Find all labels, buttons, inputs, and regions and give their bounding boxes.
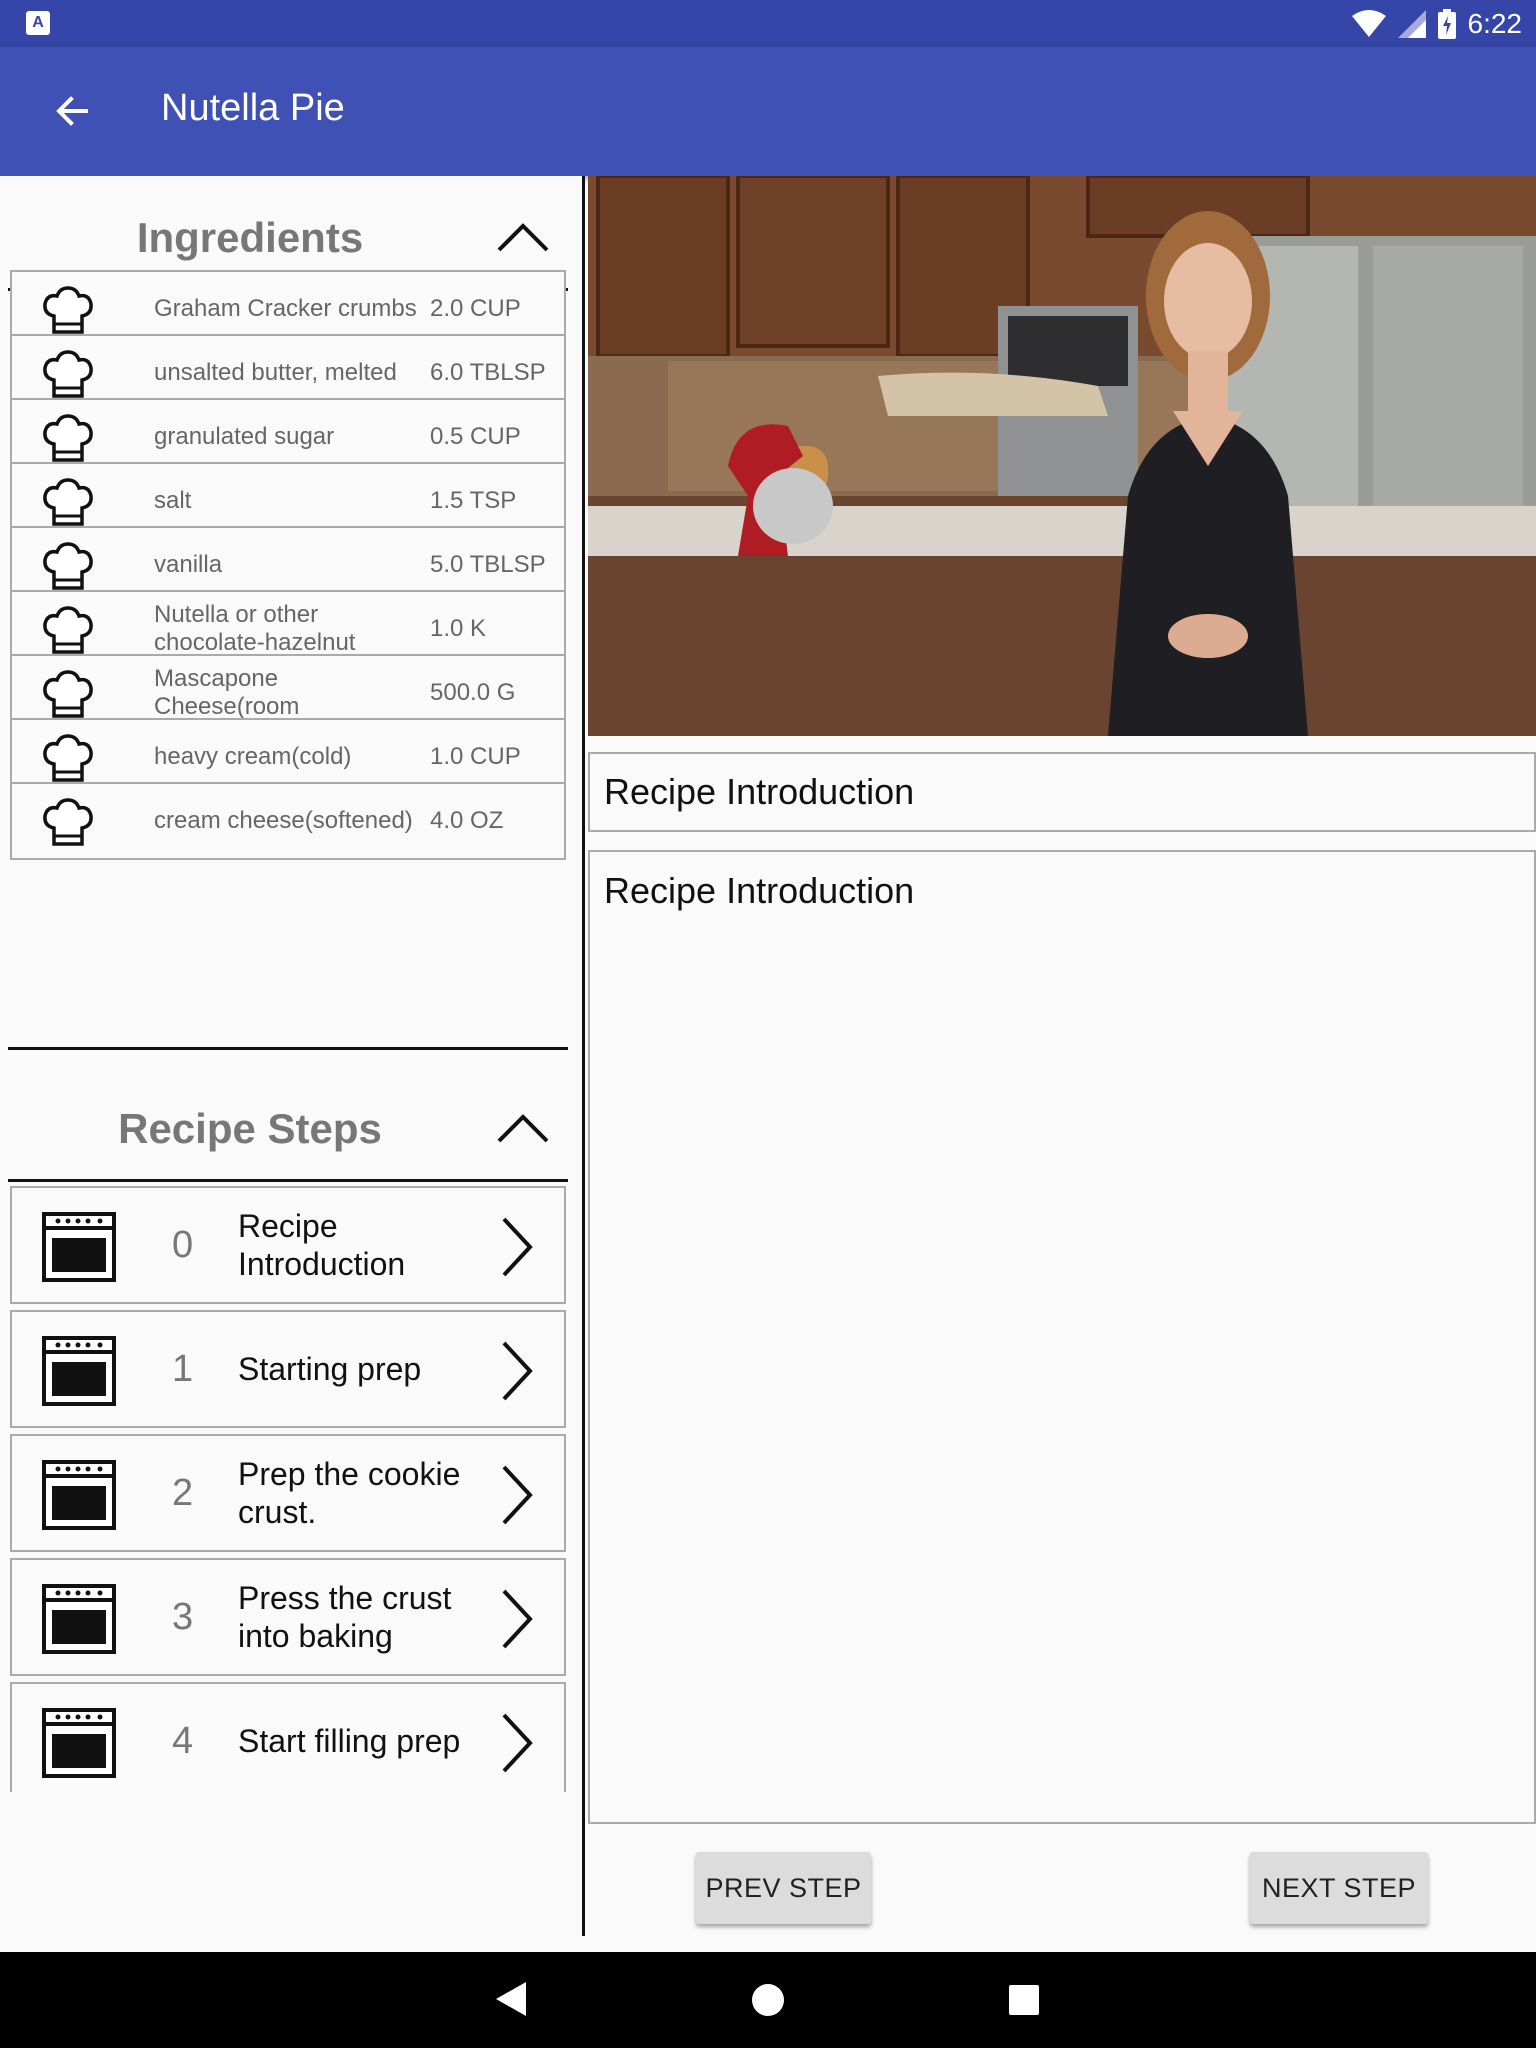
chef-hat-icon xyxy=(43,542,93,590)
chevron-up-icon[interactable] xyxy=(496,1111,550,1147)
step-label: Recipe Introduction xyxy=(238,1208,406,1282)
status-bar: A 6:22 xyxy=(0,0,1536,47)
step-number: 1 xyxy=(172,1347,194,1390)
step-number: 2 xyxy=(172,1471,194,1514)
recents-square-icon[interactable] xyxy=(1008,1984,1040,2016)
step-row[interactable]: 1 Starting prep xyxy=(10,1310,566,1428)
chef-hat-icon xyxy=(43,414,93,462)
ingredients-title: Ingredients xyxy=(136,214,364,261)
wifi-icon xyxy=(1351,10,1386,37)
step-number: 0 xyxy=(172,1223,194,1266)
chevron-up-icon[interactable] xyxy=(496,220,550,256)
step-description: Recipe Introduction xyxy=(588,850,1536,1824)
chevron-right-icon[interactable] xyxy=(500,1588,534,1650)
step-label: Prep the cookie crust. xyxy=(238,1456,461,1530)
page-title: Nutella Pie xyxy=(161,87,345,129)
step-short-description: Recipe Introduction xyxy=(588,752,1536,832)
step-row[interactable]: 3 Press the crust into baking xyxy=(10,1558,566,1676)
oven-icon xyxy=(42,1336,116,1406)
next-step-button[interactable]: NEXT STEP xyxy=(1250,1852,1428,1924)
recipe-steps-header[interactable]: Recipe Steps xyxy=(8,1067,568,1182)
arrow-left-icon[interactable] xyxy=(52,91,92,131)
chef-hat-icon xyxy=(43,734,93,782)
app-bar: Nutella Pie xyxy=(0,47,1536,176)
ingredient-name: cream cheese(softened) xyxy=(154,807,413,834)
recipe-master-pane[interactable]: Ingredients Graham Cracker crumbs 2.0 CUP… xyxy=(0,176,582,1792)
ingredient-quantity: 4.0 OZ xyxy=(430,807,504,834)
chef-hat-icon xyxy=(43,350,93,398)
oven-icon xyxy=(42,1460,116,1530)
video-frame-image xyxy=(588,176,1536,736)
ingredient-row[interactable]: cream cheese(softened) 4.0 OZ xyxy=(10,782,566,860)
step-label: Start filling prep xyxy=(238,1723,461,1759)
pane-divider xyxy=(582,176,585,1936)
step-number: 4 xyxy=(172,1719,194,1762)
step-row[interactable]: 2 Prep the cookie crust. xyxy=(10,1434,566,1552)
chevron-right-icon[interactable] xyxy=(500,1712,534,1774)
chevron-right-icon[interactable] xyxy=(500,1216,534,1278)
oven-icon xyxy=(42,1584,116,1654)
home-circle-icon[interactable] xyxy=(750,1982,786,2018)
ingredients-list-divider xyxy=(8,1047,568,1050)
step-label: Starting prep xyxy=(238,1351,422,1387)
oven-icon xyxy=(42,1708,116,1778)
step-row[interactable]: 0 Recipe Introduction xyxy=(10,1186,566,1304)
step-row[interactable]: 4 Start filling prep xyxy=(10,1682,566,1792)
chevron-right-icon[interactable] xyxy=(500,1340,534,1402)
chef-hat-icon xyxy=(43,798,93,846)
cell-signal-icon xyxy=(1397,10,1426,38)
prev-step-button[interactable]: PREV STEP xyxy=(696,1852,871,1924)
step-number: 3 xyxy=(172,1595,194,1638)
chevron-right-icon[interactable] xyxy=(500,1464,534,1526)
chef-hat-icon xyxy=(43,478,93,526)
step-label: Press the crust into baking xyxy=(238,1580,452,1654)
oven-icon xyxy=(42,1212,116,1282)
recipe-steps-title: Recipe Steps xyxy=(118,1105,382,1152)
chef-hat-icon xyxy=(43,606,93,654)
clock: 6:22 xyxy=(1467,8,1523,39)
chef-hat-icon xyxy=(43,286,93,334)
video-player[interactable] xyxy=(588,176,1536,736)
chef-hat-icon xyxy=(43,670,93,718)
battery-charging-icon xyxy=(1437,9,1456,39)
navigation-bar xyxy=(0,1952,1536,2048)
back-triangle-icon[interactable] xyxy=(494,1980,528,2018)
notification-icon: A xyxy=(26,11,50,35)
